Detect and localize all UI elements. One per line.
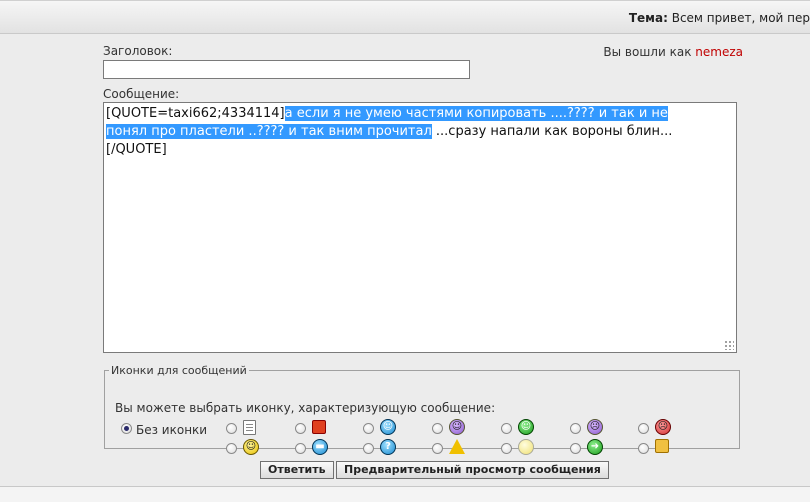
logged-in-prefix: Вы вошли как bbox=[603, 45, 692, 59]
selected-text-1: а если я не умею частями копировать ....… bbox=[284, 106, 668, 121]
quote-open-tag: [QUOTE=taxi662;4334114] bbox=[106, 106, 285, 121]
warning-icon bbox=[449, 439, 465, 454]
tongue-icon: ☺ bbox=[449, 419, 465, 435]
topic-heading: Тема: Всем привет, мой пер bbox=[629, 11, 810, 25]
question-icon: ? bbox=[380, 439, 396, 455]
smile-icon: ☺ bbox=[243, 439, 259, 455]
quote-close-tag: [/QUOTE] bbox=[106, 142, 167, 157]
radio-icon-14[interactable] bbox=[638, 443, 649, 454]
icons-hint: Вы можете выбрать иконку, характеризующу… bbox=[115, 401, 496, 415]
title-label: Заголовок: bbox=[103, 44, 173, 58]
topic-label: Тема: bbox=[628, 11, 668, 25]
grin-icon: ☺ bbox=[518, 419, 534, 435]
title-input[interactable] bbox=[103, 60, 470, 79]
thumbs-up-icon bbox=[655, 439, 669, 453]
radio-icon-8[interactable] bbox=[226, 443, 237, 454]
radio-icon-5[interactable] bbox=[501, 423, 512, 434]
bottom-bar bbox=[0, 486, 810, 502]
message-label: Сообщение: bbox=[103, 87, 180, 101]
message-line-1: [QUOTE=taxi662;4334114]а если я не умею … bbox=[106, 105, 734, 123]
username-link[interactable]: nemeza bbox=[695, 45, 743, 59]
radio-icon-1[interactable] bbox=[226, 423, 237, 434]
message-icons-panel: Иконки для сообщений Вы можете выбрать и… bbox=[104, 364, 740, 455]
message-line-2: понял про пластели ..???? и так вним про… bbox=[106, 123, 734, 141]
no-icon-label[interactable]: Без иконки bbox=[136, 423, 207, 437]
document-icon bbox=[243, 420, 256, 435]
smile-icon: ☺ bbox=[380, 419, 396, 435]
radio-no-icon[interactable] bbox=[121, 423, 132, 434]
icons-legend: Иконки для сообщений bbox=[111, 364, 247, 377]
thumbs-down-icon bbox=[312, 420, 326, 434]
radio-icon-9[interactable] bbox=[295, 443, 306, 454]
preview-button[interactable]: Предварительный просмотр сообщения bbox=[336, 461, 609, 479]
radio-icon-7[interactable] bbox=[638, 423, 649, 434]
message-textarea[interactable]: [QUOTE=taxi662;4334114]а если я не умею … bbox=[103, 102, 737, 353]
angry-icon: ☹ bbox=[655, 419, 671, 435]
radio-icon-2[interactable] bbox=[295, 423, 306, 434]
logged-in-status: Вы вошли как nemeza bbox=[603, 45, 743, 59]
top-bar: Тема: Всем привет, мой пер bbox=[0, 0, 810, 34]
resize-grip-icon[interactable] bbox=[724, 340, 734, 350]
radio-icon-10[interactable] bbox=[363, 443, 374, 454]
radio-icon-13[interactable] bbox=[570, 443, 581, 454]
radio-icon-11[interactable] bbox=[432, 443, 443, 454]
radio-icon-6[interactable] bbox=[570, 423, 581, 434]
cool-icon: ▬ bbox=[312, 439, 328, 455]
radio-icon-12[interactable] bbox=[501, 443, 512, 454]
submit-reply-button[interactable]: Ответить bbox=[260, 461, 334, 479]
message-text-rest: ...сразу напали как вороны блин... bbox=[431, 124, 673, 139]
radio-icon-4[interactable] bbox=[432, 423, 443, 434]
sad-icon: ☹ bbox=[587, 419, 603, 435]
selected-text-2: понял про пластели ..???? и так вним про… bbox=[106, 124, 432, 139]
lightbulb-icon bbox=[518, 439, 534, 455]
arrow-right-icon: ➜ bbox=[587, 439, 603, 455]
topic-text: Всем привет, мой пер bbox=[671, 11, 810, 25]
radio-icon-3[interactable] bbox=[363, 423, 374, 434]
